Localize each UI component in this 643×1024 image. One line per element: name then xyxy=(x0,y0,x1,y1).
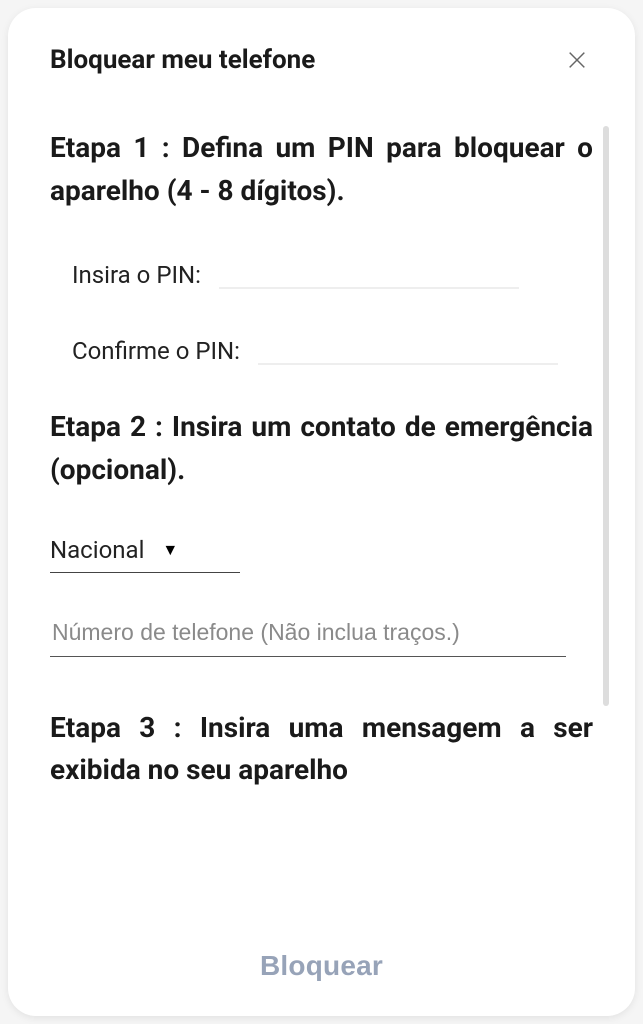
confirm-pin-row: Confirme o PIN: xyxy=(50,329,593,365)
step1-heading: Etapa 1 : Defina um PIN para bloquear o … xyxy=(50,126,593,213)
modal-header: Bloquear meu telefone xyxy=(8,8,635,96)
step3-heading: Etapa 3 : Insira uma mensagem a ser exib… xyxy=(50,707,593,791)
block-button[interactable]: Bloquear xyxy=(260,950,383,982)
close-icon xyxy=(566,49,588,71)
modal-title: Bloquear meu telefone xyxy=(50,45,315,75)
enter-pin-input[interactable] xyxy=(219,253,519,289)
close-button[interactable] xyxy=(561,44,593,76)
modal-footer: Bloquear xyxy=(8,924,635,1016)
enter-pin-row: Insira o PIN: xyxy=(50,253,593,289)
country-select[interactable]: Nacional ▼ xyxy=(50,532,240,573)
confirm-pin-input[interactable] xyxy=(258,329,558,365)
chevron-down-icon: ▼ xyxy=(162,540,178,560)
scrollbar[interactable] xyxy=(603,126,609,706)
step2-heading: Etapa 2 : Insira um contato de emergênci… xyxy=(50,405,593,492)
confirm-pin-label: Confirme o PIN: xyxy=(72,337,240,365)
country-select-label: Nacional xyxy=(50,536,144,564)
phone-number-input[interactable] xyxy=(50,613,566,657)
enter-pin-label: Insira o PIN: xyxy=(72,261,201,289)
modal-body: Etapa 1 : Defina um PIN para bloquear o … xyxy=(8,96,635,924)
lock-phone-modal: Bloquear meu telefone Etapa 1 : Defina u… xyxy=(8,8,635,1016)
